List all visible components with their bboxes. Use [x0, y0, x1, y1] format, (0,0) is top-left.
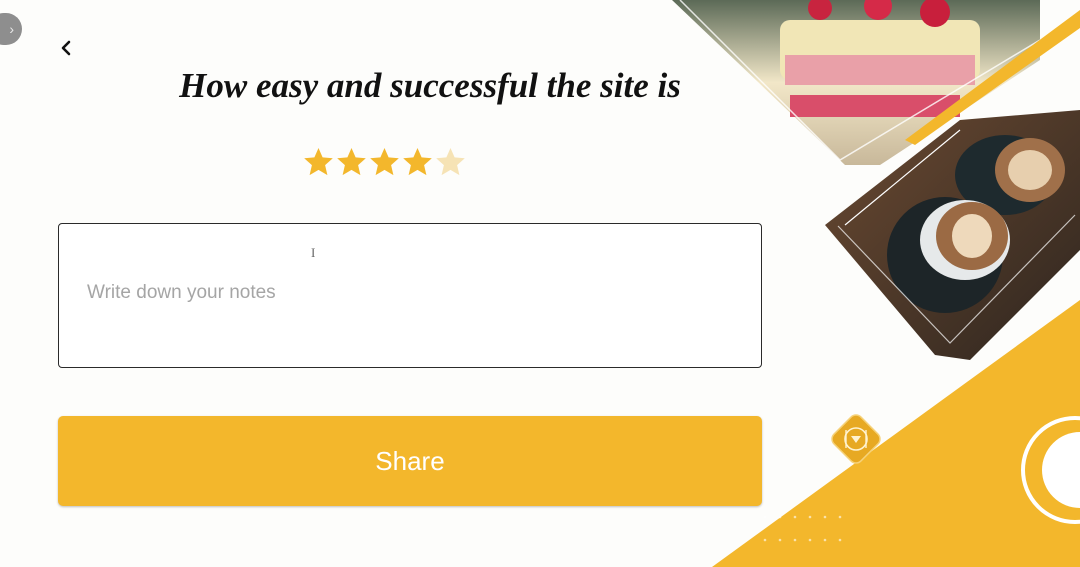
decorative-ring [1021, 416, 1080, 524]
star-filled-icon[interactable] [335, 146, 368, 179]
yellow-corner-shape [712, 300, 1080, 567]
share-button[interactable]: Share [58, 416, 762, 506]
star-filled-icon[interactable] [368, 146, 401, 179]
notes-field[interactable] [58, 223, 762, 368]
back-button[interactable] [54, 34, 78, 62]
star-filled-icon[interactable] [401, 146, 434, 179]
chevron-right-icon: › [9, 21, 14, 37]
page-title: How easy and successful the site is [179, 66, 681, 105]
star-empty-icon[interactable] [434, 146, 467, 179]
chevron-left-icon [61, 40, 71, 56]
star-filled-icon[interactable] [302, 146, 335, 179]
text-cursor-icon: I [311, 245, 316, 260]
sidebar-toggle-button[interactable]: › [0, 13, 22, 45]
star-rating[interactable] [302, 146, 467, 179]
dish-icon [831, 414, 881, 464]
coffee-photo-tile [825, 110, 1080, 360]
